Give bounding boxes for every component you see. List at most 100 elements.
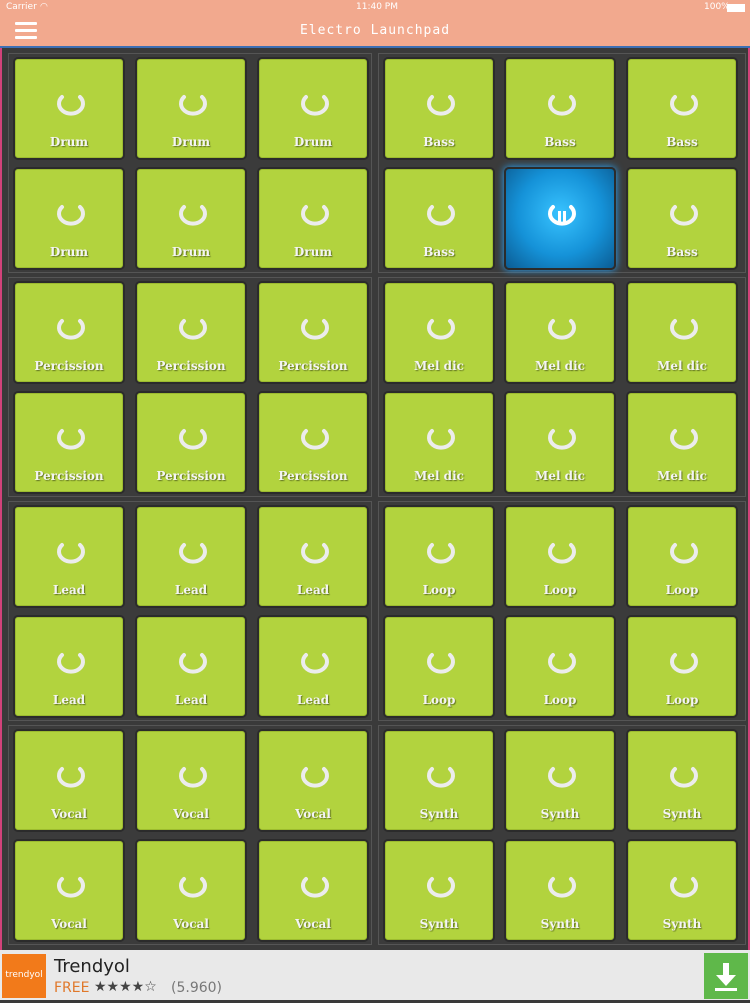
- pad-label: Mel dic: [657, 469, 707, 483]
- pad-button-percission[interactable]: Percission: [257, 391, 369, 494]
- pad-button-loop[interactable]: Loop: [626, 505, 738, 608]
- pad-button-drum[interactable]: Drum: [135, 57, 247, 160]
- loop-ring-icon: [175, 651, 211, 679]
- pad-button-vocal[interactable]: Vocal: [257, 839, 369, 942]
- pad-button-loop[interactable]: Loop: [383, 505, 495, 608]
- pad-button-mel-dic[interactable]: Mel dic: [626, 281, 738, 384]
- pad-button-percission[interactable]: Percission: [135, 281, 247, 384]
- pad-button-drum[interactable]: Drum: [135, 167, 247, 270]
- pad-label: Vocal: [173, 807, 209, 821]
- pad-label: Bass: [423, 135, 455, 149]
- pad-button-synth[interactable]: Synth: [383, 839, 495, 942]
- pad-button-vocal[interactable]: Vocal: [13, 839, 125, 942]
- loop-ring-icon: [175, 203, 211, 231]
- pad-label: Synth: [419, 917, 459, 931]
- loop-ring-icon: [175, 875, 211, 903]
- pad-button-vocal[interactable]: Vocal: [135, 729, 247, 832]
- pad-label: Lead: [296, 583, 330, 597]
- loop-ring-icon: [175, 317, 211, 345]
- pad-label: Percission: [278, 469, 348, 483]
- pad-label: Drum: [49, 245, 89, 259]
- loop-ring-icon: [297, 427, 333, 455]
- pad-label: Mel dic: [657, 359, 707, 373]
- pad-button-lead[interactable]: Lead: [135, 505, 247, 608]
- page-title: Electro Launchpad: [299, 23, 451, 38]
- pad-button-mel-dic[interactable]: Mel dic: [383, 391, 495, 494]
- pad-button-percission[interactable]: Percission: [257, 281, 369, 384]
- pad-label: Loop: [543, 693, 577, 707]
- status-bar: Carrier ◠ 11:40 PM 100%: [0, 0, 750, 16]
- pad-button-vocal[interactable]: Vocal: [13, 729, 125, 832]
- loop-ring-icon: [666, 427, 702, 455]
- pad-button-vocal[interactable]: Vocal: [257, 729, 369, 832]
- pad-button-loop[interactable]: Loop: [383, 615, 495, 718]
- pad-button-drum[interactable]: Drum: [257, 167, 369, 270]
- loop-ring-icon: [666, 875, 702, 903]
- pad-button-loop[interactable]: Loop: [504, 615, 616, 718]
- pad-label: Drum: [293, 245, 333, 259]
- pad-button-bass[interactable]: Bass: [626, 167, 738, 270]
- pad-button-synth[interactable]: Synth: [383, 729, 495, 832]
- pad-button-mel-dic[interactable]: Mel dic: [504, 391, 616, 494]
- loop-ring-icon: [53, 651, 89, 679]
- pad-label: Loop: [543, 583, 577, 597]
- pad-label: Mel dic: [414, 469, 464, 483]
- pad-button-bass[interactable]: Bass: [626, 57, 738, 160]
- pad-label: Synth: [662, 917, 702, 931]
- pad-button-drum[interactable]: Drum: [257, 57, 369, 160]
- pad-label: Vocal: [51, 917, 87, 931]
- ad-logo[interactable]: trendyol: [2, 954, 46, 998]
- loop-ring-icon: [53, 93, 89, 121]
- pad-button-mel-dic[interactable]: Mel dic: [383, 281, 495, 384]
- pad-label: Percission: [156, 469, 226, 483]
- loop-ring-icon: [423, 765, 459, 793]
- pad-button-drum[interactable]: Drum: [13, 57, 125, 160]
- pad-button-lead[interactable]: Lead: [13, 615, 125, 718]
- loop-ring-icon: [666, 541, 702, 569]
- pad-label: Vocal: [295, 917, 331, 931]
- pad-button-percission[interactable]: Percission: [13, 391, 125, 494]
- pad-button-lead[interactable]: Lead: [13, 505, 125, 608]
- pad-button-lead[interactable]: Lead: [135, 615, 247, 718]
- pad-button-active[interactable]: [504, 167, 616, 270]
- loop-ring-icon: [53, 203, 89, 231]
- pad-button-loop[interactable]: Loop: [504, 505, 616, 608]
- ad-brand-name[interactable]: Trendyol: [54, 956, 130, 977]
- loop-ring-icon: [297, 317, 333, 345]
- pad-label: Lead: [52, 583, 86, 597]
- carrier-label: Carrier: [6, 2, 37, 12]
- loop-ring-icon: [544, 765, 580, 793]
- loop-ring-icon: [53, 427, 89, 455]
- loop-ring-icon: [423, 203, 459, 231]
- launchpad-board: Drum Drum Drum Bass Bass Bass Drum Drum Drum Bass…: [0, 48, 750, 950]
- pad-label: Mel dic: [535, 469, 585, 483]
- pad-button-bass[interactable]: Bass: [383, 167, 495, 270]
- pad-button-vocal[interactable]: Vocal: [135, 839, 247, 942]
- pad-label: Mel dic: [535, 359, 585, 373]
- loop-ring-icon: [666, 765, 702, 793]
- pad-label: Vocal: [51, 807, 87, 821]
- pad-button-loop[interactable]: Loop: [626, 615, 738, 718]
- pad-button-synth[interactable]: Synth: [504, 839, 616, 942]
- download-icon[interactable]: [704, 953, 748, 999]
- pad-button-lead[interactable]: Lead: [257, 615, 369, 718]
- pad-button-mel-dic[interactable]: Mel dic: [504, 281, 616, 384]
- pad-button-mel-dic[interactable]: Mel dic: [626, 391, 738, 494]
- pad-label: Lead: [52, 693, 86, 707]
- loop-ring-icon: [53, 317, 89, 345]
- loop-ring-icon: [53, 765, 89, 793]
- pad-button-synth[interactable]: Synth: [504, 729, 616, 832]
- pad-button-drum[interactable]: Drum: [13, 167, 125, 270]
- pad-button-synth[interactable]: Synth: [626, 729, 738, 832]
- nav-bar: Electro Launchpad: [0, 16, 750, 46]
- ad-price: FREE: [54, 980, 90, 996]
- pad-button-lead[interactable]: Lead: [257, 505, 369, 608]
- pad-button-percission[interactable]: Percission: [13, 281, 125, 384]
- pad-label: Mel dic: [414, 359, 464, 373]
- loop-ring-icon: [423, 875, 459, 903]
- pad-button-bass[interactable]: Bass: [383, 57, 495, 160]
- pad-button-percission[interactable]: Percission: [135, 391, 247, 494]
- pad-button-synth[interactable]: Synth: [626, 839, 738, 942]
- pad-label: Percission: [156, 359, 226, 373]
- pad-button-bass[interactable]: Bass: [504, 57, 616, 160]
